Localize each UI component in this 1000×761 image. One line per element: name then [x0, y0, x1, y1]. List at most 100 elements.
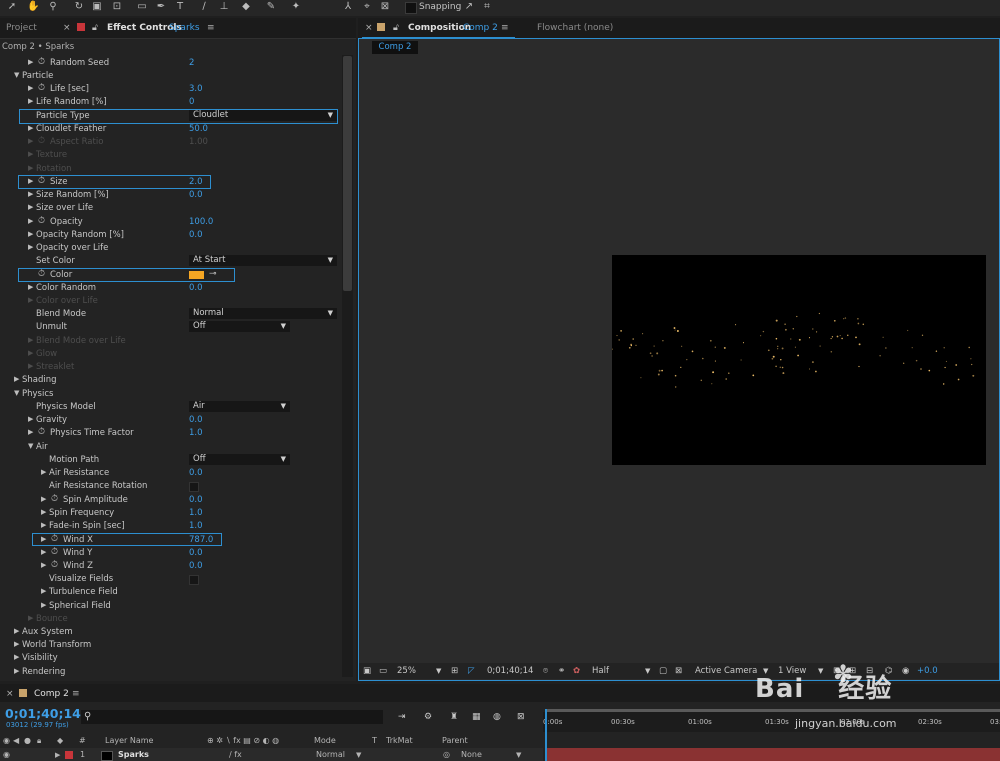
zoom-tool-icon[interactable]: ⚲: [47, 1, 59, 13]
camera-tool-icon[interactable]: ▣: [91, 1, 103, 13]
tab-project[interactable]: Project: [6, 23, 37, 33]
expand-arrow-icon[interactable]: ▶: [28, 97, 33, 105]
property-row-spin-frequency[interactable]: ▶ Spin Frequency 1.0: [0, 507, 340, 520]
pen-tool-icon[interactable]: ✒: [155, 1, 167, 13]
property-row-size-random[interactable]: ▶ Size Random [%] 0.0: [0, 189, 340, 202]
property-row-opacity[interactable]: ▶ ⏱ Opacity 100.0: [0, 216, 340, 229]
tab-timeline-comp[interactable]: Comp 2: [34, 689, 69, 699]
unmult-dropdown[interactable]: Off ▼: [189, 321, 290, 332]
expand-arrow-icon[interactable]: ▶: [14, 375, 19, 383]
property-group-rendering[interactable]: ▶ Rendering: [0, 666, 340, 679]
layer-parent[interactable]: None: [461, 750, 482, 759]
property-row-color[interactable]: ⏱ Color ⊸: [0, 269, 340, 282]
expand-arrow-icon[interactable]: ▶: [28, 230, 33, 238]
comp-navigator-chip[interactable]: Comp 2: [372, 41, 418, 54]
eye-icon[interactable]: ◉: [3, 750, 10, 759]
wind-x-value[interactable]: 787.0: [189, 535, 213, 545]
expand-arrow-icon[interactable]: ▶: [28, 124, 33, 132]
motion-blur-icon[interactable]: ◍: [493, 712, 501, 722]
timeline-timecode[interactable]: 0;01;40;14: [5, 706, 81, 721]
stopwatch-icon[interactable]: ⏱: [51, 547, 58, 557]
property-row-gravity[interactable]: ▶ Gravity 0.0: [0, 414, 340, 427]
property-row-spin-amplitude[interactable]: ▶ ⏱ Spin Amplitude 0.0: [0, 494, 340, 507]
snapping-checkbox[interactable]: [405, 2, 417, 14]
axis-world-icon[interactable]: ⌖: [361, 1, 373, 13]
monitor-icon[interactable]: ▭: [379, 666, 387, 676]
property-group-shading[interactable]: ▶ Shading: [0, 374, 340, 387]
type-tool-icon[interactable]: T: [174, 1, 186, 13]
lock-icon[interactable]: 🔓︎: [393, 23, 399, 33]
camera-select[interactable]: Active Camera: [695, 666, 757, 676]
fx-switch-icon[interactable]: ∕ fx: [229, 750, 242, 759]
tab-flowchart[interactable]: Flowchart (none): [537, 23, 613, 33]
chevron-down-icon[interactable]: ▼: [516, 751, 521, 759]
time-ruler[interactable]: 0:00s 00:30s 01:00s 01:30s 02:00s 02:30s…: [543, 712, 1000, 732]
property-row-size[interactable]: ▶ ⏱ Size 2.0: [0, 176, 340, 189]
roto-brush-icon[interactable]: ✎: [265, 1, 277, 13]
blend-mode-dropdown[interactable]: Normal ▼: [189, 308, 337, 319]
layer-name-header[interactable]: Layer Name: [105, 736, 153, 745]
stopwatch-icon[interactable]: ⏱: [51, 494, 58, 504]
layer-mode[interactable]: Normal: [316, 750, 345, 759]
life-random-value[interactable]: 0: [189, 97, 194, 107]
property-row-fade-in-spin[interactable]: ▶ Fade-in Spin [sec] 1.0: [0, 520, 340, 533]
stopwatch-icon[interactable]: ⏱: [38, 427, 45, 437]
snap-feather-icon[interactable]: ⌗: [481, 1, 493, 13]
expand-arrow-icon[interactable]: ▶: [14, 667, 19, 675]
draft-3d-icon[interactable]: ⚙: [424, 712, 432, 722]
property-row-opacity-random[interactable]: ▶ Opacity Random [%] 0.0: [0, 229, 340, 242]
property-group-aux-system[interactable]: ▶ Aux System: [0, 626, 340, 639]
snapshot-icon[interactable]: ⌾: [543, 666, 548, 676]
stopwatch-icon[interactable]: ⏱: [38, 83, 45, 93]
expand-arrow-icon[interactable]: ▶: [14, 653, 19, 661]
color-random-value[interactable]: 0.0: [189, 283, 203, 293]
property-row-visualize-fields[interactable]: Visualize Fields: [0, 573, 340, 586]
snap-edge-icon[interactable]: ↗: [463, 1, 475, 13]
expand-arrow-icon[interactable]: ▶: [28, 415, 33, 423]
expand-arrow-icon[interactable]: ▶: [28, 428, 33, 436]
air-resistance-rotation-checkbox[interactable]: [189, 482, 199, 492]
spin-frequency-value[interactable]: 1.0: [189, 508, 203, 518]
expand-arrow-icon[interactable]: ▶: [28, 84, 33, 92]
layer-name[interactable]: Sparks: [118, 750, 149, 759]
property-row-physics-model[interactable]: Physics Model Air ▼: [0, 401, 340, 414]
zoom-level[interactable]: 25%: [397, 666, 416, 676]
property-row-wind-y[interactable]: ▶ ⏱ Wind Y 0.0: [0, 547, 340, 560]
puppet-pin-icon[interactable]: ✦: [290, 1, 302, 13]
stopwatch-icon[interactable]: ⏱: [38, 57, 45, 67]
composition-viewer[interactable]: [611, 255, 986, 465]
close-icon[interactable]: ×: [6, 689, 14, 699]
expand-arrow-icon[interactable]: ▶: [14, 627, 19, 635]
property-group-air[interactable]: ▼ Air: [0, 441, 340, 454]
expand-arrow-icon[interactable]: ▶: [41, 548, 46, 556]
property-row-set-color[interactable]: Set Color At Start ▼: [0, 255, 340, 268]
property-row-random-seed[interactable]: ▶ ⏱ Random Seed 2: [0, 57, 340, 70]
property-row-color-random[interactable]: ▶ Color Random 0.0: [0, 282, 340, 295]
expand-arrow-icon[interactable]: ▶: [41, 468, 46, 476]
solo-icon[interactable]: ●: [24, 736, 31, 745]
shy-layers-icon[interactable]: ♜: [450, 712, 458, 722]
physics-time-factor-value[interactable]: 1.0: [189, 428, 203, 438]
expand-arrow-icon[interactable]: ▶: [28, 203, 33, 211]
opacity-random-value[interactable]: 0.0: [189, 230, 203, 240]
current-time[interactable]: 0;01;40;14: [487, 666, 533, 676]
show-snapshot-icon[interactable]: ⚭: [558, 666, 565, 676]
region-of-interest-icon[interactable]: ◸: [468, 666, 475, 676]
stopwatch-icon[interactable]: ⏱: [38, 216, 45, 226]
size-random-value[interactable]: 0.0: [189, 190, 203, 200]
mode-header[interactable]: Mode: [314, 736, 336, 745]
property-row-unmult[interactable]: Unmult Off ▼: [0, 321, 340, 334]
random-seed-value[interactable]: 2: [189, 58, 194, 68]
wind-z-value[interactable]: 0.0: [189, 561, 203, 571]
property-row-blend-mode[interactable]: Blend Mode Normal ▼: [0, 308, 340, 321]
physics-model-dropdown[interactable]: Air ▼: [189, 401, 290, 412]
opacity-value[interactable]: 100.0: [189, 217, 213, 227]
frame-blending-icon[interactable]: ▦: [472, 712, 481, 722]
expand-arrow-icon[interactable]: ▶: [41, 495, 46, 503]
property-row-particle-type[interactable]: Particle Type Cloudlet ▼: [0, 110, 340, 123]
pan-behind-icon[interactable]: ⊡: [111, 1, 123, 13]
panel-menu-icon[interactable]: ≡: [501, 23, 509, 33]
fast-preview-icon[interactable]: ▢: [659, 666, 667, 676]
selection-tool-icon[interactable]: ➚: [6, 1, 18, 13]
property-row-wind-x[interactable]: ▶ ⏱ Wind X 787.0: [0, 534, 340, 547]
